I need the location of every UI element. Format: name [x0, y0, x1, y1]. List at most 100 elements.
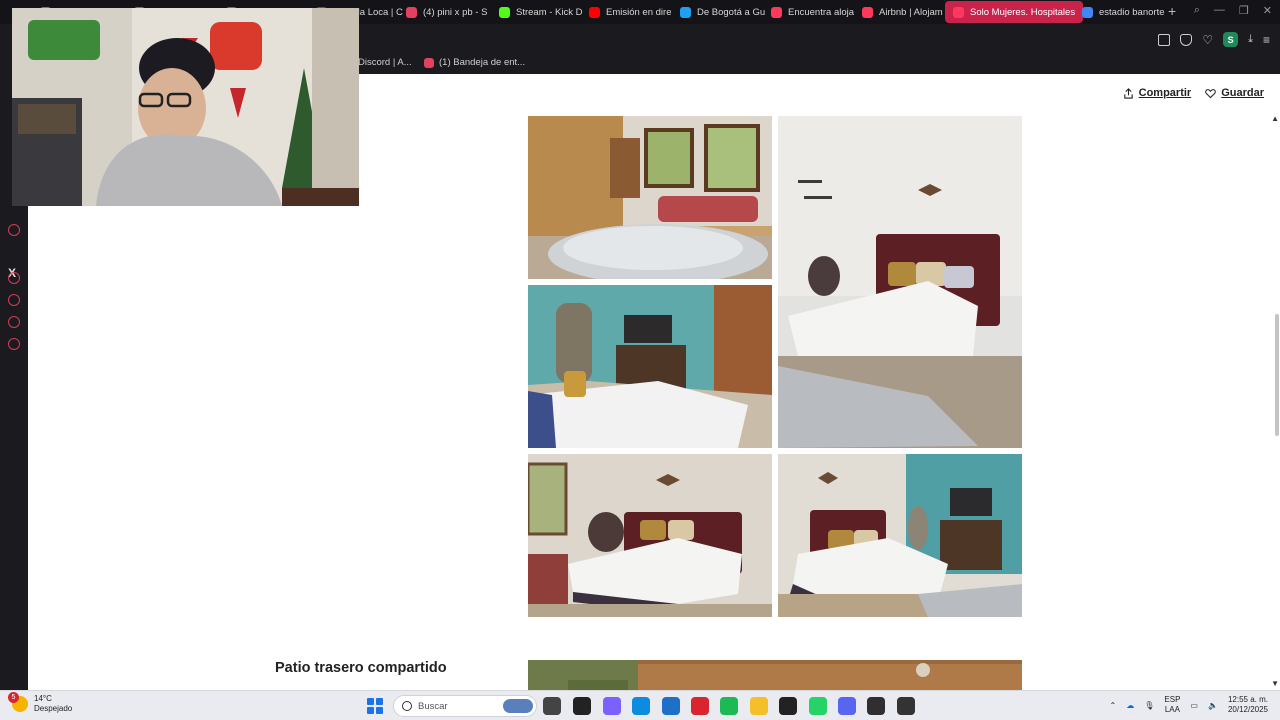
discord-icon[interactable] [838, 697, 856, 715]
search-tabs-icon[interactable]: ⌕ [1194, 4, 1200, 17]
messenger-icon[interactable] [8, 272, 20, 284]
bedroom-tv-image [778, 454, 1022, 617]
bedroom-desk-image [528, 116, 772, 279]
browser-tab[interactable]: Airbnb | Alojam [854, 1, 951, 23]
edge-icon[interactable] [632, 697, 650, 715]
share-button[interactable]: Compartir [1123, 87, 1192, 99]
bookmark-instagram[interactable]: (1) Bandeja de ent... [424, 57, 525, 68]
tab-favicon-icon [406, 6, 417, 18]
heart-icon [1205, 88, 1216, 98]
instagram-icon [424, 57, 434, 68]
file-explorer-icon[interactable] [543, 697, 561, 715]
minimize-icon[interactable]: — [1214, 4, 1225, 17]
tab-label: Stream - Kick D [516, 6, 583, 18]
bookmark-label: (1) Bandeja de ent... [439, 57, 526, 68]
heart-icon[interactable]: ♡ [1202, 33, 1213, 47]
tab-favicon-icon [589, 6, 600, 18]
new-tab-button[interactable]: + [1162, 3, 1182, 19]
streamer-webcam-image [12, 8, 359, 206]
folder-icon[interactable] [750, 697, 768, 715]
window-controls: ⌕ — ❐ ✕ [1194, 4, 1272, 17]
scroll-thumb[interactable] [1275, 314, 1279, 436]
store-icon[interactable] [662, 697, 680, 715]
lang-code: ESP [1164, 695, 1181, 704]
chevron-up-icon[interactable]: ⌃ [1110, 701, 1117, 710]
browser-tab[interactable]: De Bogotá a Gu [672, 1, 773, 23]
obs-icon[interactable] [867, 697, 885, 715]
browser-tab[interactable]: (4) pini x pb - S [398, 1, 495, 23]
weather-condition: Despejado [34, 704, 73, 713]
room-photo-5[interactable] [778, 454, 1022, 617]
volume-icon[interactable]: 🔈 [1208, 701, 1218, 710]
browser-tab[interactable]: Stream - Kick D [491, 1, 591, 23]
system-tray: ⌃ ☁ 🎙 ESP LAA ▭ 🔈 12:55 a. m. 20/12/2025 [1110, 695, 1268, 715]
windows-logo-tile [375, 706, 383, 714]
windows-logo-tile [375, 698, 383, 706]
browser-tab[interactable]: estadio banorte [1074, 1, 1173, 23]
search-placeholder: Buscar [418, 700, 448, 712]
browser-tab[interactable]: Emisión en dire [581, 1, 679, 23]
room-photo-1[interactable] [528, 116, 772, 279]
patio-image [528, 660, 1022, 690]
bedroom-window-image [528, 454, 772, 617]
tab-label: Solo Mujeres. Hospitales [970, 6, 1076, 18]
clock[interactable]: 12:55 a. m. 20/12/2025 [1228, 695, 1268, 715]
room-photo-4[interactable] [528, 454, 772, 617]
taskbar-search[interactable]: Buscar [393, 695, 537, 717]
search-highlight-icon [503, 699, 533, 713]
tab-label: (4) pini x pb - S [423, 6, 488, 18]
snapshot-icon[interactable] [1158, 33, 1171, 46]
tab-label: estadio banorte [1099, 6, 1165, 18]
toolbar-icons: ♡ S ⤓ ≡ [1158, 32, 1270, 47]
scroll-down-icon[interactable]: ▼ [1271, 679, 1279, 688]
whatsapp-icon[interactable] [809, 697, 827, 715]
patio-photo[interactable] [528, 660, 1022, 690]
search-icon [402, 701, 412, 711]
close-icon[interactable]: ✕ [1263, 4, 1272, 17]
profile-avatar[interactable]: S [1223, 32, 1239, 47]
layout-code: LAA [1164, 705, 1180, 714]
section-title: Patio trasero compartido [275, 660, 447, 676]
weather-widget[interactable]: 5 14°C Despejado [8, 692, 73, 714]
music-player-icon[interactable] [8, 224, 20, 236]
history-icon[interactable] [8, 294, 20, 306]
browser-tab[interactable]: Solo Mujeres. Hospitales [945, 1, 1084, 23]
language-indicator[interactable]: ESP LAA [1164, 695, 1180, 715]
microphone-icon[interactable]: 🎙 [1144, 701, 1154, 710]
save-button[interactable]: Guardar [1205, 87, 1264, 99]
settings-icon[interactable] [8, 338, 20, 350]
room-photo-3[interactable] [528, 285, 772, 448]
windows-logo-tile [367, 706, 375, 714]
copilot-icon[interactable] [603, 697, 621, 715]
tab-label: De Bogotá a Gu [697, 6, 766, 18]
epic-games-icon[interactable] [779, 697, 797, 715]
tab-favicon-icon [862, 6, 873, 18]
room-photo-2[interactable] [778, 116, 1022, 448]
bedroom-teal-wall-image [528, 285, 772, 448]
network-icon[interactable]: ▭ [1190, 701, 1198, 710]
shield-icon[interactable] [1180, 33, 1193, 46]
notification-badge: 5 [8, 692, 19, 703]
share-icon [1123, 87, 1133, 99]
bedroom-headboard-image [778, 116, 1022, 448]
tab-label: Encuentra aloja [788, 6, 855, 18]
maximize-icon[interactable]: ❐ [1239, 4, 1249, 17]
bookmark-discord[interactable]: Discord | A... [358, 57, 412, 68]
onedrive-icon[interactable]: ☁ [1126, 701, 1134, 710]
spotify-icon[interactable] [720, 697, 738, 715]
temperature: 14°C [34, 694, 52, 703]
time: 12:55 a. m. [1227, 695, 1268, 704]
menu-icon[interactable]: ≡ [1263, 33, 1270, 47]
bookmark-label: Discord | A... [358, 57, 412, 68]
scroll-up-icon[interactable]: ▲ [1271, 114, 1279, 123]
browser-tab[interactable]: Encuentra aloja [763, 1, 862, 23]
start-button[interactable] [367, 698, 383, 714]
extensions-icon[interactable] [8, 316, 20, 328]
game-app-icon[interactable] [897, 697, 915, 715]
terminal-icon[interactable] [573, 697, 591, 715]
download-icon[interactable]: ⤓ [1248, 33, 1253, 46]
share-label: Compartir [1138, 87, 1192, 99]
windows-taskbar: 5 14°C Despejado Buscar ⌃ ☁ 🎙 ESP LAA ▭ … [0, 690, 1280, 720]
tab-favicon-icon [499, 6, 510, 18]
opera-icon[interactable] [691, 697, 709, 715]
